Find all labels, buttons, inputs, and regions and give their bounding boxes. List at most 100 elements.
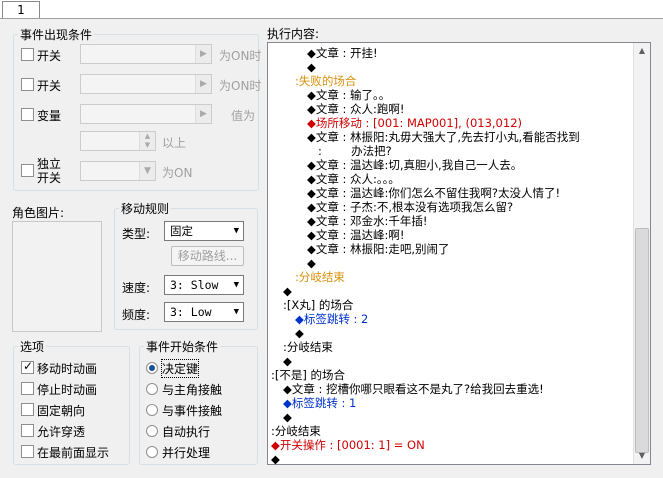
- option-checkbox[interactable]: [21, 382, 34, 395]
- switch2-suffix: 为ON时: [219, 79, 262, 93]
- command-line[interactable]: ◆文章 : 子杰:不,根本没有选项我怎么留?: [307, 200, 513, 214]
- move-freq-value: 3: Low: [170, 305, 212, 319]
- trigger-label: 与事件接触: [162, 404, 223, 418]
- switch2-label: 开关: [37, 79, 62, 93]
- option-checkbox[interactable]: [21, 359, 34, 374]
- tab-page-1[interactable]: 1: [2, 1, 40, 19]
- command-line[interactable]: ◆标签跳转 : 2: [295, 312, 368, 326]
- scroll-down-icon[interactable]: ▼: [634, 448, 650, 464]
- chevron-down-icon: ▼: [233, 307, 239, 317]
- variable-above-suffix: 以上: [162, 136, 187, 150]
- option-label: 允许穿透: [37, 425, 86, 439]
- option-checkbox[interactable]: [21, 424, 34, 437]
- scroll-up-icon[interactable]: ▲: [634, 43, 650, 59]
- command-line[interactable]: ◆: [307, 256, 316, 270]
- switch2-checkbox[interactable]: [21, 78, 34, 91]
- switch1-select-field[interactable]: ▶: [80, 44, 212, 64]
- command-line[interactable]: :分岐结束: [295, 270, 345, 284]
- variable-value-spinner[interactable]: ▲ ▼: [80, 131, 156, 151]
- commands-scrollbar[interactable]: ▲ ▼: [633, 43, 650, 464]
- graphic-label: 角色图片:: [12, 206, 65, 220]
- move-type-value: 固定: [170, 224, 193, 238]
- switch1-suffix: 为ON时: [219, 49, 262, 63]
- move-speed-label: 速度:: [122, 281, 151, 295]
- option-label: 固定朝向: [37, 404, 86, 418]
- command-line[interactable]: :分岐结束: [271, 424, 321, 438]
- command-line[interactable]: :[X丸] 的场合: [283, 298, 353, 312]
- command-line[interactable]: ◆文章 : 输了。。: [307, 88, 390, 102]
- trigger-legend: 事件开始条件: [146, 340, 219, 354]
- move-speed-select[interactable]: 3: Slow ▼: [164, 275, 244, 295]
- movement-legend: 移动规则: [121, 202, 170, 216]
- command-line[interactable]: ◆文章 : 林振阳:丸毋大强大了,先去打小丸,看能否找到: [307, 130, 580, 144]
- self-switch-checkbox[interactable]: [21, 164, 34, 177]
- trigger-label: 自动执行: [162, 425, 211, 439]
- command-line[interactable]: ◆: [283, 410, 292, 424]
- command-line[interactable]: :分岐结束: [283, 340, 333, 354]
- trigger-label: 决定键: [160, 359, 200, 378]
- command-line[interactable]: ◆文章 : 温达峰:你们怎么不留住我啊?太没人情了!: [307, 186, 560, 200]
- command-line[interactable]: ◆文章 : 林振阳:走吧,别闹了: [307, 242, 450, 256]
- graphic-preview[interactable]: [12, 221, 102, 332]
- command-line[interactable]: ◆标签跳转 : 1: [283, 396, 356, 410]
- conditions-legend: 事件出现条件: [20, 28, 93, 42]
- command-line[interactable]: :失败的场合: [295, 74, 356, 88]
- command-line[interactable]: ◆文章 : 挖槽你哪只眼看这不是丸了?给我回去重选!: [283, 382, 544, 396]
- self-switch-select[interactable]: ▼: [80, 161, 156, 181]
- option-checkbox[interactable]: [21, 445, 34, 458]
- chevron-right-icon[interactable]: ▶: [195, 105, 211, 123]
- self-switch-label-line2: 开关: [37, 171, 62, 185]
- variable-select-field[interactable]: ▶: [80, 104, 212, 124]
- variable-checkbox[interactable]: [21, 108, 34, 121]
- self-switch-label: 独立 开关: [37, 157, 61, 185]
- trigger-radio[interactable]: [146, 446, 158, 458]
- trigger-radio[interactable]: [146, 425, 158, 437]
- spin-up-icon[interactable]: ▲: [139, 132, 155, 141]
- contents-label: 执行内容:: [267, 27, 320, 41]
- command-line[interactable]: ◆文章 : 邓金水:千年插!: [307, 214, 428, 228]
- trigger-radio[interactable]: [146, 383, 158, 395]
- chevron-right-icon[interactable]: ▶: [195, 75, 211, 93]
- scroll-thumb[interactable]: [635, 228, 649, 453]
- option-label: 在最前面显示: [37, 446, 110, 460]
- trigger-radio[interactable]: [146, 404, 158, 416]
- command-line[interactable]: ◆: [283, 354, 292, 368]
- trigger-label: 并行处理: [162, 446, 211, 460]
- chevron-down-icon[interactable]: ▼: [139, 162, 155, 180]
- self-switch-suffix: 为ON: [162, 166, 193, 180]
- trigger-radio[interactable]: [146, 362, 158, 374]
- trigger-label: 与主角接触: [162, 383, 223, 397]
- self-switch-label-line1: 独立: [37, 157, 62, 171]
- command-line[interactable]: ◆: [283, 284, 292, 298]
- command-line[interactable]: ◆文章 : 众人:。。。: [307, 172, 400, 186]
- move-type-select[interactable]: 固定 ▼: [164, 221, 244, 241]
- command-line[interactable]: ◆: [295, 326, 304, 340]
- move-speed-value: 3: Slow: [170, 278, 219, 292]
- move-route-button[interactable]: 移动路线...: [171, 246, 244, 266]
- chevron-right-icon[interactable]: ▶: [195, 45, 211, 63]
- command-line[interactable]: ◆: [307, 60, 316, 74]
- option-label: 停止时动画: [37, 383, 98, 397]
- command-line[interactable]: : 办法把?: [307, 144, 392, 158]
- move-type-label: 类型:: [122, 227, 151, 241]
- chevron-down-icon: ▼: [233, 226, 239, 236]
- switch1-label: 开关: [37, 49, 62, 63]
- move-freq-select[interactable]: 3: Low ▼: [164, 302, 244, 322]
- chevron-down-icon: ▼: [233, 280, 239, 290]
- command-line[interactable]: :[不是] 的场合: [271, 368, 345, 382]
- command-line[interactable]: ◆文章 : 温达峰:啊!: [307, 228, 405, 242]
- command-line[interactable]: ◆文章 : 开挂!: [307, 46, 378, 60]
- command-line[interactable]: ◆文章 : 温达峰:切,真胆小,我自己一人去。: [307, 158, 522, 172]
- variable-label: 变量: [37, 109, 62, 123]
- option-checkbox[interactable]: [21, 403, 34, 416]
- options-legend: 选项: [20, 340, 45, 354]
- command-line[interactable]: ◆开关操作 : [0001: 1] = ON: [271, 438, 425, 452]
- switch1-checkbox[interactable]: [21, 48, 34, 61]
- command-line[interactable]: ◆文章 : 众人:跑啊!: [307, 102, 405, 116]
- spin-down-icon[interactable]: ▼: [139, 141, 155, 150]
- switch2-select-field[interactable]: ▶: [80, 74, 212, 94]
- command-line[interactable]: ◆场所移动 : [001: MAP001], (013,012): [307, 116, 522, 130]
- command-line[interactable]: ◆: [271, 452, 280, 466]
- variable-suffix: 值为: [231, 109, 256, 123]
- option-label: 移动时动画: [37, 362, 98, 376]
